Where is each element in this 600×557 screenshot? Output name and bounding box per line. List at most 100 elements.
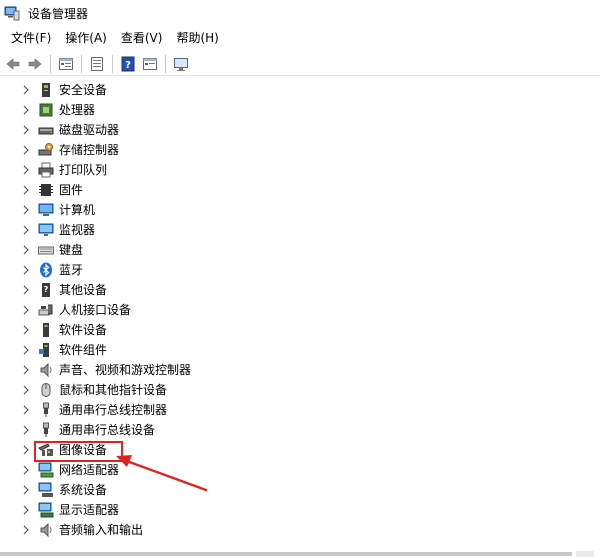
scrollbar-thumb[interactable]	[0, 552, 572, 556]
chevron-right-icon[interactable]	[20, 404, 32, 416]
chevron-right-icon[interactable]	[20, 244, 32, 256]
tree-item-label: 通用串行总线设备	[59, 423, 156, 437]
tree-item-label: 软件组件	[59, 343, 108, 357]
menu-help[interactable]: 帮助(H)	[169, 28, 225, 48]
chevron-right-icon[interactable]	[20, 464, 32, 476]
monitor-icon	[38, 223, 54, 236]
chevron-right-icon[interactable]	[20, 184, 32, 196]
chevron-right-icon[interactable]	[20, 524, 32, 536]
chevron-right-icon[interactable]	[20, 324, 32, 336]
tree-item-label: 监视器	[59, 223, 96, 237]
tree-item-monitors[interactable]: 监视器	[0, 220, 600, 240]
security-device-icon	[42, 83, 50, 97]
usb-device-icon	[43, 422, 49, 437]
chevron-right-icon[interactable]	[20, 84, 32, 96]
tree-item-label: 软件设备	[59, 323, 108, 337]
forward-button[interactable]	[24, 53, 46, 75]
highlight-box	[34, 441, 123, 462]
scan-hardware-button[interactable]	[170, 53, 192, 75]
chevron-right-icon[interactable]	[20, 364, 32, 376]
svg-text:?: ?	[125, 60, 131, 71]
chevron-right-icon[interactable]	[20, 384, 32, 396]
tree-item-keyboards[interactable]: 键盘	[0, 240, 600, 260]
tree-item-software-devices[interactable]: 软件设备	[0, 320, 600, 340]
toolbar-separator	[165, 54, 166, 73]
chevron-right-icon[interactable]	[20, 504, 32, 516]
chevron-right-icon[interactable]	[20, 344, 32, 356]
chevron-right-icon[interactable]	[20, 304, 32, 316]
chevron-right-icon[interactable]	[20, 224, 32, 236]
tree-item-label: 安全设备	[59, 83, 108, 97]
tree-item-bluetooth[interactable]: 蓝牙	[0, 260, 600, 280]
tree-item-network-adapters[interactable]: 网络适配器	[0, 460, 600, 480]
tree-item-sound-video-game[interactable]: 声音、视频和游戏控制器	[0, 360, 600, 380]
chevron-right-icon[interactable]	[20, 124, 32, 136]
tree-item-label: 其他设备	[59, 283, 108, 297]
menu-action[interactable]: 操作(A)	[58, 28, 114, 48]
tree-item-label: 音频输入和输出	[59, 523, 144, 537]
horizontal-scrollbar[interactable]	[0, 551, 600, 557]
chevron-right-icon[interactable]	[20, 104, 32, 116]
tree-item-firmware[interactable]: 固件	[0, 180, 600, 200]
processor-icon	[39, 103, 53, 117]
tree-item-storage-controllers[interactable]: 存储控制器	[0, 140, 600, 160]
tree-item-display-adapters[interactable]: 显示适配器	[0, 500, 600, 520]
tree-item-label: 蓝牙	[59, 263, 84, 277]
chevron-right-icon[interactable]	[20, 444, 32, 456]
tree-item-label: 打印队列	[59, 163, 108, 177]
chevron-right-icon[interactable]	[20, 264, 32, 276]
tree-item-software-components[interactable]: 软件组件	[0, 340, 600, 360]
chevron-right-icon[interactable]	[20, 424, 32, 436]
tree-item-audio-io[interactable]: 音频输入和输出	[0, 520, 600, 540]
menu-view[interactable]: 查看(V)	[114, 28, 170, 48]
hid-icon	[38, 304, 53, 316]
tree-item-processors[interactable]: 处理器	[0, 100, 600, 120]
tree-item-label: 计算机	[59, 203, 96, 217]
tree-item-computer[interactable]: 计算机	[0, 200, 600, 220]
show-hide-console-tree-icon	[91, 56, 103, 71]
tree-item-print-queues[interactable]: 打印队列	[0, 160, 600, 180]
tree-item-mice[interactable]: 鼠标和其他指针设备	[0, 380, 600, 400]
tree-item-other-devices[interactable]: ? 其他设备	[0, 280, 600, 300]
tree-item-label: 处理器	[59, 103, 96, 117]
chevron-right-icon[interactable]	[20, 484, 32, 496]
tree-item-security-devices[interactable]: 安全设备	[0, 80, 600, 100]
back-button[interactable]	[2, 53, 24, 75]
properties-icon	[59, 57, 73, 70]
view-icon	[143, 57, 157, 70]
chevron-right-icon[interactable]	[20, 204, 32, 216]
tree-item-system-devices[interactable]: 系统设备	[0, 480, 600, 500]
menu-file[interactable]: 文件(F)	[4, 28, 58, 48]
tree-item-label: 固件	[59, 183, 84, 197]
help-button[interactable]: ?	[117, 53, 139, 75]
toolbar-separator	[112, 54, 113, 73]
scrollbar-corner	[576, 551, 594, 557]
bluetooth-icon	[40, 262, 52, 278]
tree-item-usb-devices[interactable]: 通用串行总线设备	[0, 420, 600, 440]
keyboard-icon	[38, 246, 54, 255]
console-tree-button[interactable]	[86, 53, 108, 75]
storage-controller-icon	[38, 143, 53, 156]
chevron-right-icon[interactable]	[20, 144, 32, 156]
tree-item-label: 磁盘驱动器	[59, 123, 120, 137]
forward-arrow-icon	[28, 57, 42, 70]
audio-io-icon	[40, 522, 52, 538]
tree-item-disk-drives[interactable]: 磁盘驱动器	[0, 120, 600, 140]
svg-text:?: ?	[44, 285, 49, 294]
chevron-right-icon[interactable]	[20, 284, 32, 296]
monitor-icon	[174, 57, 188, 71]
tree-item-label: 通用串行总线控制器	[59, 403, 168, 417]
annotation-arrow	[116, 455, 208, 492]
tree-item-usb-controllers[interactable]: 通用串行总线控制器	[0, 400, 600, 420]
chevron-right-icon[interactable]	[20, 164, 32, 176]
properties-button[interactable]	[55, 53, 77, 75]
tree-item-hid[interactable]: 人机接口设备	[0, 300, 600, 320]
computer-icon	[38, 203, 54, 216]
menu-bar: 文件(F) 操作(A) 查看(V) 帮助(H)	[0, 28, 600, 48]
help-icon: ?	[121, 56, 135, 71]
window-title: 设备管理器	[28, 6, 89, 21]
toolbar-separator	[81, 54, 82, 73]
back-arrow-icon	[6, 57, 20, 70]
system-device-icon	[38, 482, 53, 497]
view-button[interactable]	[139, 53, 161, 75]
